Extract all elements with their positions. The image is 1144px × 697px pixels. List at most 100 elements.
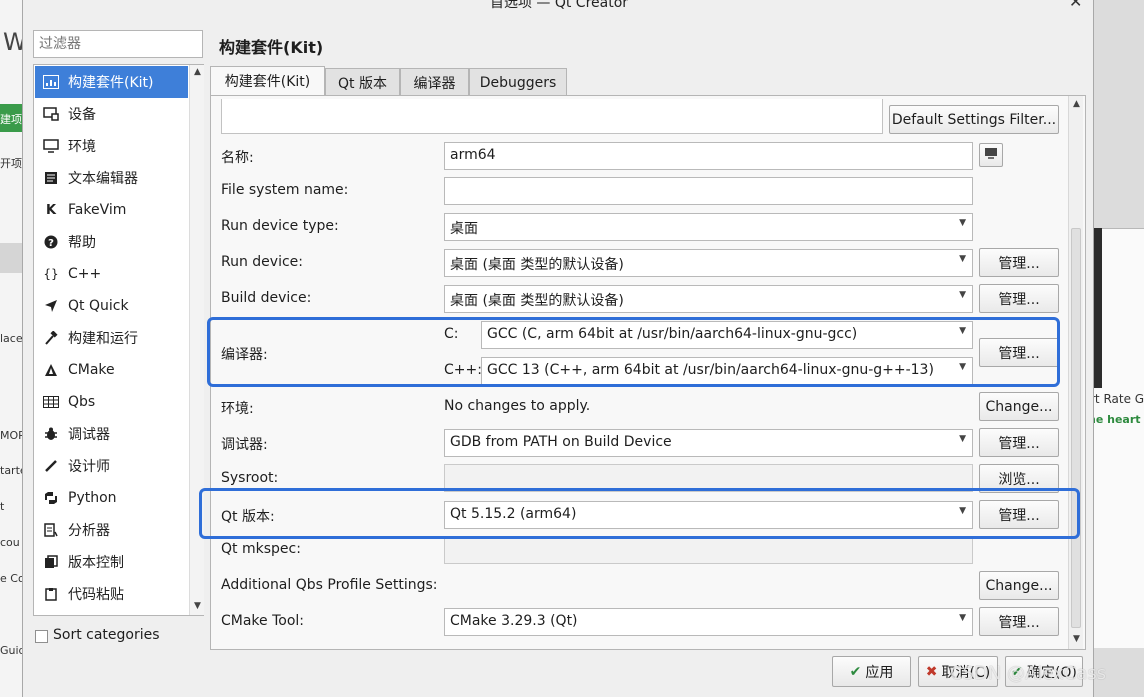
scroll-up-icon[interactable]: ▲ [190,67,205,77]
debugger-manage-button[interactable]: 管理... [979,428,1059,457]
category-item-devices[interactable]: 设备 [35,98,188,130]
chevron-down-icon: ▼ [959,218,966,228]
apply-button[interactable]: ✔ 应用 [832,656,911,687]
category-label: Python [68,490,117,506]
cmake-icon [41,363,61,377]
svg-text:?: ? [48,238,54,249]
chevron-down-icon: ▼ [959,362,966,372]
tab-debuggers[interactable]: Debuggers [469,68,567,96]
category-item-text-editor[interactable]: 文本编辑器 [35,162,188,194]
qt-mkspec-field[interactable] [444,536,973,564]
run-device-label: Run device: [221,254,303,270]
run-device-type-label: Run device type: [221,218,339,234]
scrollbar-thumb[interactable] [1071,228,1081,628]
category-item-qt-quick[interactable]: Qt Quick [35,290,188,322]
run-device-combo[interactable]: 桌面 (桌面 类型的默认设备) ▼ [444,249,973,277]
category-label: 构建套件(Kit) [68,75,154,91]
category-label: 帮助 [68,235,96,251]
page-title: 构建套件(Kit) [219,38,324,57]
background-text: t [0,500,5,513]
tab-qt-versions[interactable]: Qt 版本 [325,68,400,96]
category-item-version-control[interactable]: 版本控制 [35,546,188,578]
chevron-down-icon: ▼ [959,254,966,264]
tab-kits[interactable]: 构建套件(Kit) [210,66,325,95]
chevron-down-icon: ▼ [959,506,966,516]
compiler-cpp-combo[interactable]: GCC 13 (C++, arm 64bit at /usr/bin/aarch… [481,357,973,385]
default-settings-filter-button[interactable]: Default Settings Filter... [889,105,1059,134]
kit-icon [41,75,61,89]
category-item-build-run[interactable]: 构建和运行 [35,322,188,354]
sysroot-browse-button[interactable]: 浏览... [979,464,1059,493]
sort-categories-checkbox[interactable] [35,630,48,643]
sysroot-field[interactable] [444,464,973,492]
category-item-qbs[interactable]: Qbs [35,386,188,418]
category-label: 文本编辑器 [68,171,138,187]
qt-version-combo[interactable]: Qt 5.15.2 (arm64) ▼ [444,501,973,529]
category-item-fakevim[interactable]: K FakeVim [35,194,188,226]
category-item-python[interactable]: Python [35,482,188,514]
watermark: CSDN @AlexCass [950,663,1107,684]
sort-categories-label: Sort categories [53,627,160,643]
form-scrollbar[interactable]: ▲ ▼ [1068,96,1083,649]
cmake-tool-manage-button[interactable]: 管理... [979,607,1059,636]
cancel-icon: ✖ [925,663,938,680]
analyzer-icon [41,523,61,537]
qt-quick-icon [41,299,61,313]
kit-list[interactable] [221,99,883,134]
debugger-combo[interactable]: GDB from PATH on Build Device ▼ [444,429,973,457]
category-item-debugger[interactable]: 调试器 [35,418,188,450]
sysroot-label: Sysroot: [221,470,279,486]
tab-compilers[interactable]: 编译器 [400,68,469,96]
close-icon[interactable]: ✕ [1069,0,1082,11]
category-item-environment[interactable]: 环境 [35,130,188,162]
name-field[interactable]: arm64 [444,142,973,170]
category-list-scrollbar[interactable]: ▲ ▼ [189,65,204,615]
category-label: Qt Quick [68,298,129,314]
compiler-c-combo[interactable]: GCC (C, arm 64bit at /usr/bin/aarch64-li… [481,321,973,349]
build-device-combo[interactable]: 桌面 (桌面 类型的默认设备) ▼ [444,285,973,313]
qt-version-manage-button[interactable]: 管理... [979,500,1059,529]
build-device-manage-button[interactable]: 管理... [979,284,1059,313]
chevron-down-icon: ▼ [959,326,966,336]
category-label: CMake [68,362,115,378]
category-label: 代码粘贴 [68,587,124,603]
scroll-down-icon[interactable]: ▼ [1069,634,1084,644]
background-text: W [3,28,22,56]
background-text: MOR [0,429,22,442]
qt-mkspec-label: Qt mkspec: [221,541,301,557]
scroll-up-icon[interactable]: ▲ [1069,99,1084,109]
category-item-kits[interactable]: 构建套件(Kit) [35,66,188,98]
debugger-label: 调试器: [221,437,268,453]
category-item-help[interactable]: ? 帮助 [35,226,188,258]
category-item-cpp[interactable]: {} C++ [35,258,188,290]
monitor-icon [984,147,998,163]
category-item-cmake[interactable]: CMake [35,354,188,386]
bug-icon [41,427,61,441]
run-device-manage-button[interactable]: 管理... [979,248,1059,277]
build-device-label: Build device: [221,290,312,306]
category-item-code-paster[interactable]: 代码粘贴 [35,578,188,610]
environment-change-button[interactable]: Change... [979,392,1059,421]
qbs-profile-change-button[interactable]: Change... [979,571,1059,600]
qbs-profile-label: Additional Qbs Profile Settings: [221,577,438,593]
scroll-down-icon[interactable]: ▼ [190,601,205,611]
filter-input[interactable] [33,30,203,58]
braces-icon: {} [43,267,59,281]
category-item-analyzer[interactable]: 分析器 [35,514,188,546]
category-item-designer[interactable]: 设计师 [35,450,188,482]
cmake-tool-combo[interactable]: CMake 3.29.3 (Qt) ▼ [444,608,973,636]
category-label: 设计师 [68,459,110,475]
background-dark-block [1094,228,1102,388]
file-system-name-field[interactable] [444,177,973,205]
compiler-manage-button[interactable]: 管理... [979,338,1059,367]
background-text: cou [0,536,20,549]
category-list: 构建套件(Kit) 设备 环境 文本编辑器 K FakeVim ? 帮助 {} … [33,64,204,616]
chevron-down-icon: ▼ [959,613,966,623]
background-block [0,243,22,273]
clipboard-icon [41,587,61,601]
qbs-icon [41,396,61,408]
checkmark-icon: ✔ [849,663,862,680]
run-device-type-combo[interactable]: 桌面 ▼ [444,213,973,241]
compiler-label: 编译器: [221,347,268,363]
kit-icon-button[interactable] [979,143,1003,167]
